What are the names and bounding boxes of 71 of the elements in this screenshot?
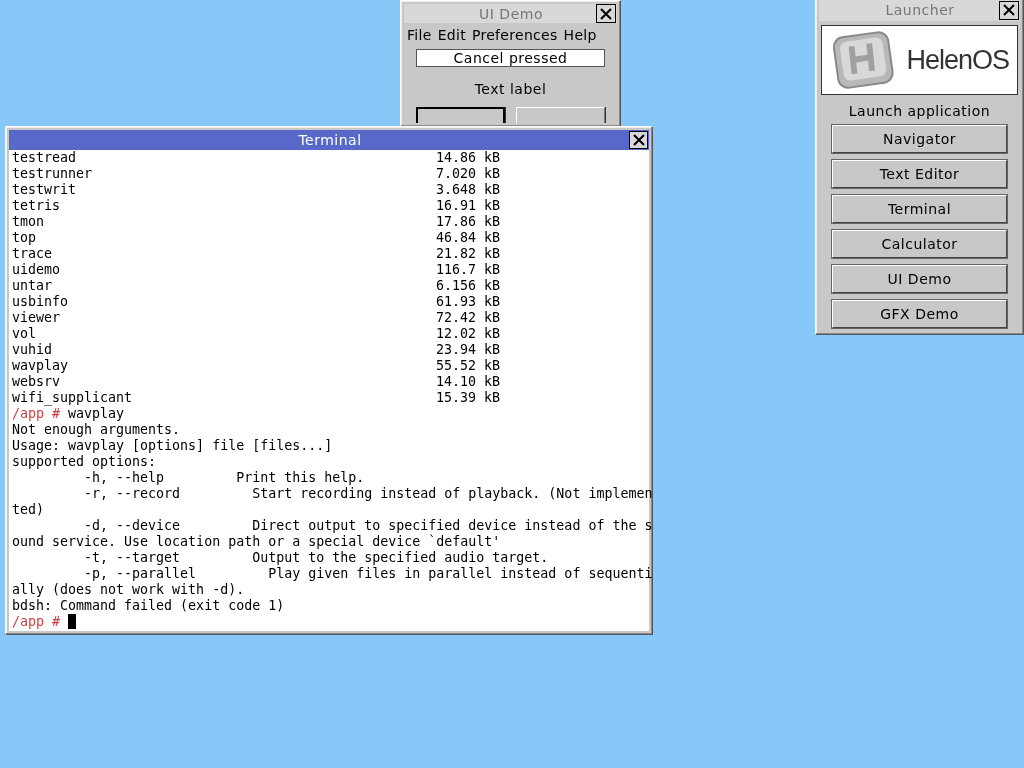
file-size: 21.82 kB: [436, 246, 501, 262]
launch-button[interactable]: Calculator: [832, 230, 1007, 258]
output-line: -r, --record Start recording instead of playback. (Not implemen: [83, 486, 653, 502]
menu-item[interactable]: Edit: [437, 27, 466, 43]
logo-text: HelenOS: [906, 44, 1009, 76]
output-line: -p, --parallel Play given files in parallel instead of sequenti: [83, 566, 653, 582]
file-name: wifi_supplicant: [12, 390, 134, 406]
window-title: Launcher: [884, 2, 956, 18]
launch-button[interactable]: Terminal: [832, 195, 1007, 223]
launch-button[interactable]: Text Editor: [832, 160, 1007, 188]
file-size: 46.84 kB: [436, 230, 501, 246]
file-name: usbinfo: [12, 294, 70, 310]
file-size: 12.02 kB: [436, 326, 501, 342]
output-line: Usage: wavplay [options] file [files...]: [12, 438, 333, 454]
file-size: 16.91 kB: [436, 198, 501, 214]
window-title: UI Demo: [478, 5, 544, 22]
file-name: top: [12, 230, 38, 246]
close-icon: [631, 133, 646, 147]
file-size: 55.52 kB: [436, 358, 501, 374]
file-size: 6.156 kB: [436, 278, 501, 294]
output-line: ted): [12, 502, 45, 518]
file-size: 61.93 kB: [436, 294, 501, 310]
file-name: vol: [12, 326, 38, 342]
file-size: 72.42 kB: [436, 310, 501, 326]
file-size: 15.39 kB: [436, 390, 501, 406]
output-line: ally (does not work with -d).: [12, 582, 245, 598]
file-name: testrunner: [12, 166, 94, 182]
launch-button[interactable]: UI Demo: [832, 265, 1007, 293]
menu-item[interactable]: File: [407, 27, 432, 43]
file-name: wavplay: [12, 358, 70, 374]
menu-item[interactable]: Help: [563, 27, 597, 43]
file-name: tmon: [12, 214, 46, 230]
close-button[interactable]: [596, 4, 616, 23]
file-size: 14.86 kB: [436, 150, 501, 166]
section-heading: Launch application: [847, 103, 992, 119]
output-line: supported options:: [12, 454, 157, 470]
file-size: 3.648 kB: [436, 182, 501, 198]
file-size: 116.7 kB: [436, 262, 501, 278]
close-button[interactable]: [629, 131, 648, 149]
output-line: bdsh: Command failed (exit code 1): [12, 598, 285, 614]
window-title: Terminal: [297, 132, 363, 148]
file-name: testwrit: [12, 182, 78, 198]
shell-prompt: /app #: [12, 406, 61, 422]
file-size: 23.94 kB: [436, 342, 501, 358]
file-name: vuhid: [12, 342, 54, 358]
file-name: viewer: [12, 310, 62, 326]
menu-item[interactable]: Preferences: [471, 27, 558, 43]
file-name: tetris: [12, 198, 62, 214]
file-size: 14.10 kB: [436, 374, 501, 390]
output-line: -t, --target Output to the specified audio target.: [83, 550, 549, 566]
command-text: wavplay: [67, 406, 125, 422]
text-field[interactable]: Cancel pressed: [416, 49, 605, 67]
file-size: 7.020 kB: [436, 166, 501, 182]
file-name: trace: [12, 246, 54, 262]
file-size: 17.86 kB: [436, 214, 501, 230]
output-line: ound service. Use location path or a special device `default': [12, 534, 501, 550]
text-label: Text label: [473, 81, 548, 97]
output-line: -h, --help Print this help.: [83, 470, 365, 486]
close-icon: [599, 6, 613, 21]
launch-button[interactable]: Navigator: [832, 125, 1007, 153]
file-name: untar: [12, 278, 54, 294]
output-line: -d, --device Direct output to specified device instead of the s: [83, 518, 653, 534]
close-button[interactable]: [999, 0, 1019, 20]
file-name: testread: [12, 150, 78, 166]
file-name: websrv: [12, 374, 62, 390]
file-name: uidemo: [12, 262, 62, 278]
shell-prompt: /app #: [12, 614, 61, 630]
launch-button[interactable]: GFX Demo: [832, 300, 1007, 328]
close-icon: [1002, 3, 1016, 17]
ok-button[interactable]: [416, 107, 505, 123]
output-line: Not enough arguments.: [12, 422, 181, 438]
